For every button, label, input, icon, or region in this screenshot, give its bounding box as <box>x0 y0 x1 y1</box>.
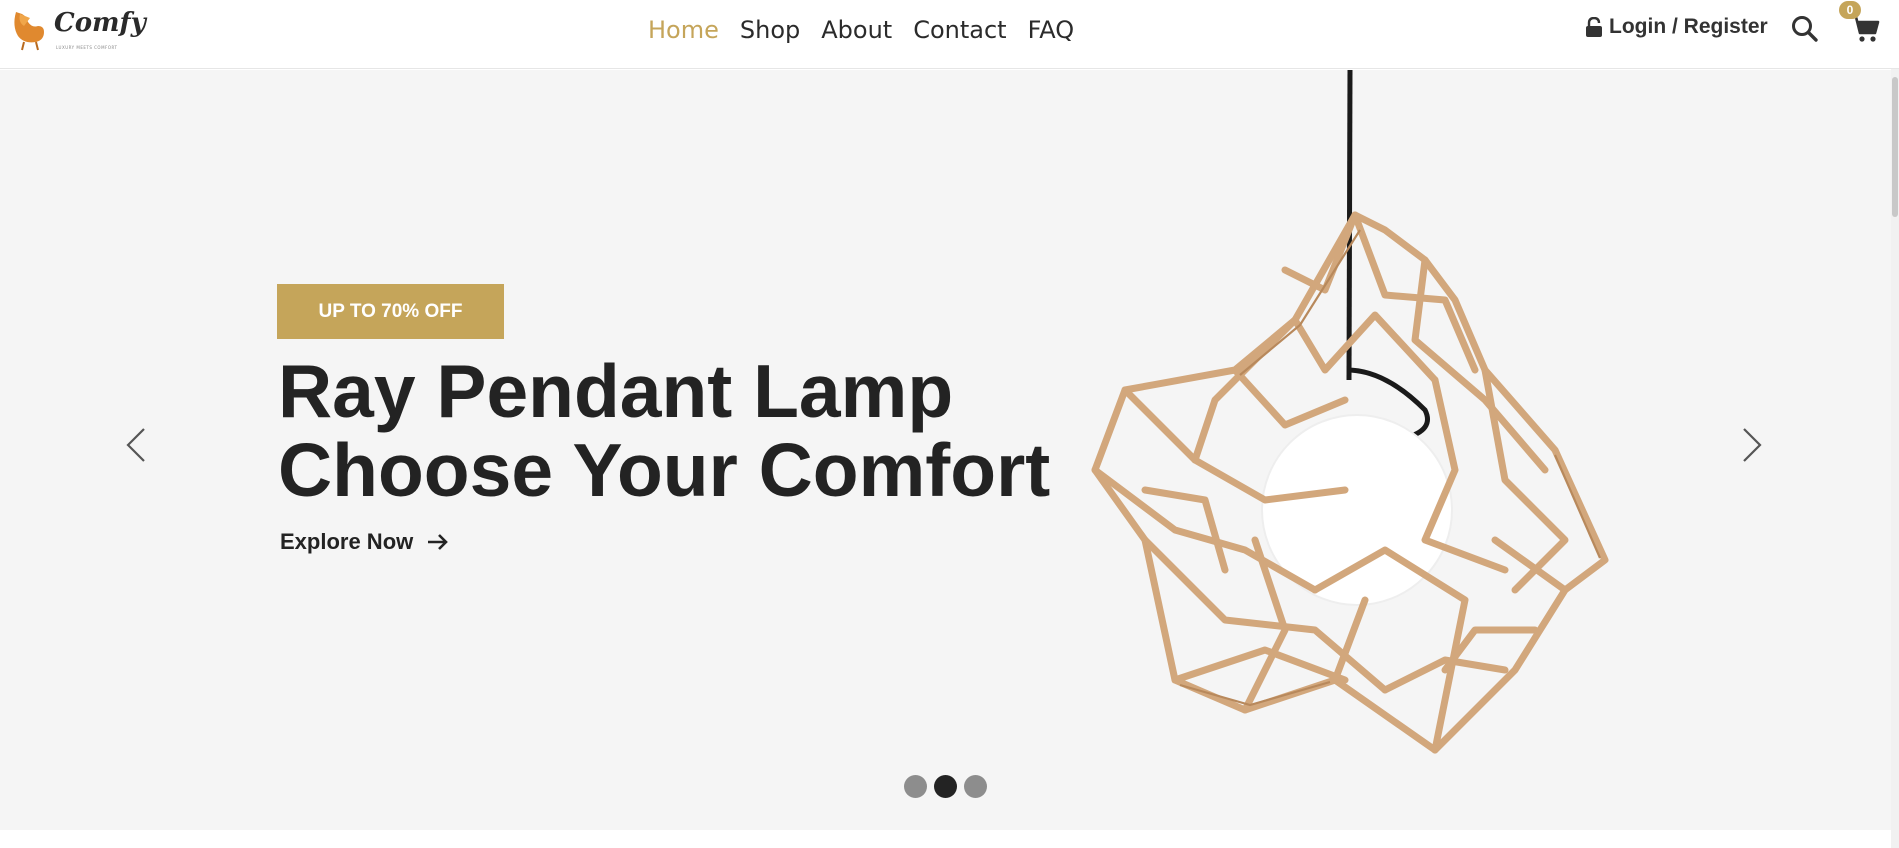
scrollbar-thumb[interactable] <box>1892 77 1898 217</box>
slider-dot-2[interactable] <box>934 775 957 798</box>
arrow-right-icon <box>428 534 449 550</box>
site-header: Comfy LUXURY MEETS COMFORT Home Shop Abo… <box>0 0 1899 69</box>
nav-item-contact[interactable]: Contact <box>913 14 1006 46</box>
lock-icon <box>1586 17 1602 37</box>
chair-logo-icon <box>14 12 44 51</box>
explore-now-link[interactable]: Explore Now <box>280 529 449 555</box>
slider-dot-3[interactable] <box>964 775 987 798</box>
cart-count-badge: 0 <box>1839 1 1861 19</box>
nav-item-shop[interactable]: Shop <box>740 14 800 46</box>
chevron-right-icon[interactable] <box>1740 425 1764 465</box>
page-bottom <box>0 830 1891 848</box>
page-scrollbar[interactable] <box>1891 69 1899 848</box>
nav-item-faq[interactable]: FAQ <box>1028 14 1075 46</box>
brand-tagline: LUXURY MEETS COMFORT <box>56 45 118 50</box>
slider-dots <box>904 775 987 798</box>
explore-now-label: Explore Now <box>280 529 414 554</box>
nav-item-about[interactable]: About <box>821 14 892 46</box>
nav-item-home[interactable]: Home <box>648 14 719 46</box>
chevron-left-icon[interactable] <box>124 425 148 465</box>
pendant-lamp-image <box>1091 70 1609 754</box>
login-register-label: Login / Register <box>1609 15 1768 38</box>
main-nav: Home Shop About Contact FAQ <box>648 14 1074 46</box>
brand-logo[interactable]: Comfy LUXURY MEETS COMFORT <box>10 6 146 52</box>
promo-badge: UP TO 70% OFF <box>277 284 504 339</box>
slider-dot-1[interactable] <box>904 775 927 798</box>
brand-name: Comfy <box>54 8 146 38</box>
login-register-link[interactable]: Login / Register <box>1585 15 1768 39</box>
hero-slider: UP TO 70% OFF Ray Pendant Lamp Choose Yo… <box>0 70 1891 830</box>
hero-headline: Ray Pendant Lamp Choose Your Comfort <box>278 352 1050 510</box>
search-icon[interactable] <box>1790 14 1820 44</box>
hero-headline-line1: Ray Pendant Lamp <box>278 349 954 433</box>
hero-headline-line2: Choose Your Comfort <box>278 428 1051 512</box>
